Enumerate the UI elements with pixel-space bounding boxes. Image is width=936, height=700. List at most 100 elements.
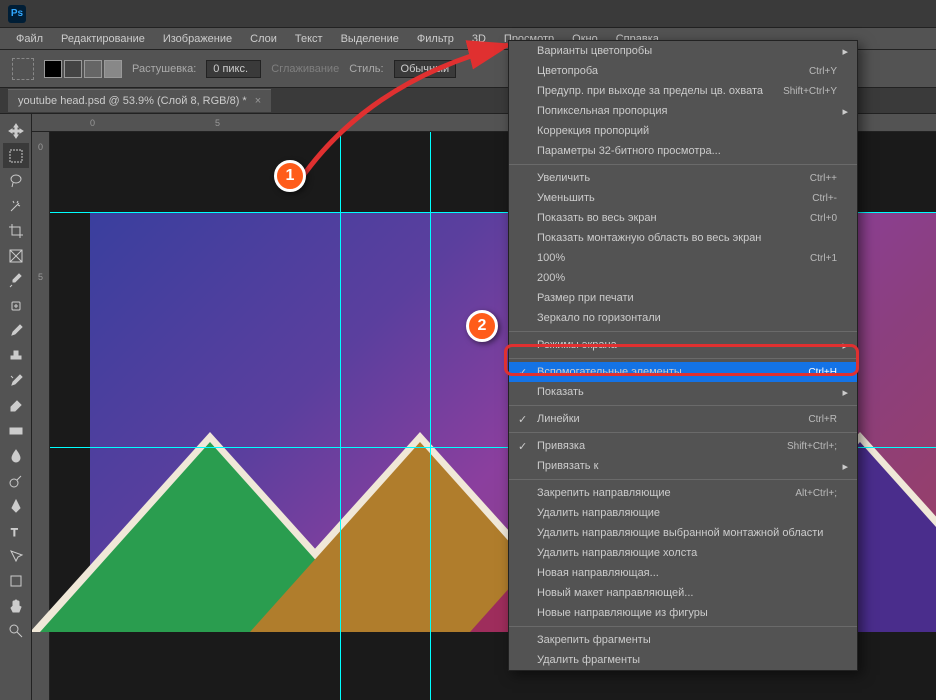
current-tool-icon[interactable] <box>12 58 34 80</box>
menu-item[interactable]: Закрепить направляющиеAlt+Ctrl+; <box>509 483 857 503</box>
move-tool-icon[interactable] <box>3 118 29 143</box>
title-bar: Ps <box>0 0 936 28</box>
menu-item[interactable]: 200% <box>509 268 857 288</box>
menu-item[interactable]: Предупр. при выходе за пределы цв. охват… <box>509 81 857 101</box>
menu-shortcut: Ctrl++ <box>810 173 837 184</box>
menu-item[interactable]: Новая направляющая... <box>509 563 857 583</box>
menu-item[interactable]: ✓ Вспомогательные элементы Ctrl+H <box>509 362 857 382</box>
style-label: Стиль: <box>349 63 383 75</box>
history-brush-tool-icon[interactable] <box>3 368 29 393</box>
swatch-4[interactable] <box>104 60 122 78</box>
hand-tool-icon[interactable] <box>3 593 29 618</box>
menu-text[interactable]: Текст <box>287 31 331 47</box>
menu-item[interactable]: УвеличитьCtrl++ <box>509 168 857 188</box>
menu-item-label: Вспомогательные элементы <box>537 366 682 378</box>
gradient-tool-icon[interactable] <box>3 418 29 443</box>
guide-vertical[interactable] <box>340 132 341 700</box>
menu-item: Коррекция пропорций <box>509 121 857 141</box>
document-tab[interactable]: youtube head.psd @ 53.9% (Слой 8, RGB/8)… <box>8 89 271 112</box>
menu-item-label: Новая направляющая... <box>537 567 659 579</box>
check-icon: ✓ <box>518 366 527 379</box>
menu-item[interactable]: Попиксельная пропорция ▸ <box>509 101 857 121</box>
menu-item-label: Коррекция пропорций <box>537 125 649 137</box>
menu-item[interactable]: ✓ Линейки Ctrl+R <box>509 409 857 429</box>
swatch-3[interactable] <box>84 60 102 78</box>
eraser-tool-icon[interactable] <box>3 393 29 418</box>
menu-item-label: Предупр. при выходе за пределы цв. охват… <box>537 85 763 97</box>
submenu-arrow-icon: ▸ <box>842 105 848 118</box>
menu-item-label: Режимы экрана <box>537 339 617 351</box>
check-icon: ✓ <box>518 440 527 453</box>
frame-tool-icon[interactable] <box>3 243 29 268</box>
menu-separator <box>509 331 857 332</box>
menu-select[interactable]: Выделение <box>333 31 407 47</box>
menu-item[interactable]: Размер при печати <box>509 288 857 308</box>
menu-item[interactable]: Показать во весь экранCtrl+0 <box>509 208 857 228</box>
marquee-tool-icon[interactable] <box>3 143 29 168</box>
menu-shortcut: Shift+Ctrl+; <box>787 441 837 452</box>
menu-item[interactable]: Удалить направляющие <box>509 503 857 523</box>
menu-item-label: Удалить направляющие выбранной монтажной… <box>537 527 823 539</box>
menu-item[interactable]: 100%Ctrl+1 <box>509 248 857 268</box>
menu-item: Удалить фрагменты <box>509 650 857 670</box>
menu-shortcut: Ctrl+Y <box>809 66 837 77</box>
menu-item[interactable]: Новые направляющие из фигуры <box>509 603 857 623</box>
shape-tool-icon[interactable] <box>3 568 29 593</box>
menu-edit[interactable]: Редактирование <box>53 31 153 47</box>
brush-tool-icon[interactable] <box>3 318 29 343</box>
lasso-tool-icon[interactable] <box>3 168 29 193</box>
magic-wand-tool-icon[interactable] <box>3 193 29 218</box>
ruler-tick: 5 <box>215 118 220 128</box>
pen-tool-icon[interactable] <box>3 493 29 518</box>
menu-item[interactable]: Показать▸ <box>509 382 857 402</box>
menu-3d[interactable]: 3D <box>464 31 494 47</box>
menu-item: Удалить направляющие выбранной монтажной… <box>509 523 857 543</box>
healing-tool-icon[interactable] <box>3 293 29 318</box>
swatch-fg[interactable] <box>44 60 62 78</box>
menu-item[interactable]: Режимы экрана▸ <box>509 335 857 355</box>
menu-shortcut: Ctrl+R <box>808 414 837 425</box>
type-tool-icon[interactable]: T <box>3 518 29 543</box>
ruler-tick: 0 <box>90 118 95 128</box>
menu-item[interactable]: Удалить направляющие холста <box>509 543 857 563</box>
menu-image[interactable]: Изображение <box>155 31 240 47</box>
path-tool-icon[interactable] <box>3 543 29 568</box>
menu-file[interactable]: Файл <box>8 31 51 47</box>
menu-item-label: Параметры 32-битного просмотра... <box>537 145 721 157</box>
dodge-tool-icon[interactable] <box>3 468 29 493</box>
feather-input[interactable] <box>206 60 261 78</box>
menu-filter[interactable]: Фильтр <box>409 31 462 47</box>
tools-panel: T <box>0 114 32 700</box>
menu-item[interactable]: Закрепить фрагменты <box>509 630 857 650</box>
zoom-tool-icon[interactable] <box>3 618 29 643</box>
check-icon: ✓ <box>518 413 527 426</box>
menu-item-label: Попиксельная пропорция <box>537 105 667 117</box>
menu-item[interactable]: ✓ПривязкаShift+Ctrl+; <box>509 436 857 456</box>
stamp-tool-icon[interactable] <box>3 343 29 368</box>
menu-item-label: 200% <box>537 272 565 284</box>
menu-shortcut: Ctrl+1 <box>810 253 837 264</box>
submenu-arrow-icon: ▸ <box>842 45 848 58</box>
close-icon[interactable]: × <box>255 95 261 107</box>
menu-item[interactable]: Зеркало по горизонтали <box>509 308 857 328</box>
document-tab-label: youtube head.psd @ 53.9% (Слой 8, RGB/8)… <box>18 95 247 107</box>
menu-shortcut: Ctrl+H <box>808 367 837 378</box>
eyedropper-tool-icon[interactable] <box>3 268 29 293</box>
menu-layers[interactable]: Слои <box>242 31 285 47</box>
menu-item[interactable]: Варианты цветопробы▸ <box>509 41 857 61</box>
crop-tool-icon[interactable] <box>3 218 29 243</box>
style-select[interactable]: Обычный <box>394 60 457 78</box>
menu-item[interactable]: Новый макет направляющей... <box>509 583 857 603</box>
menu-item-label: Линейки <box>537 413 580 425</box>
guide-vertical[interactable] <box>430 132 431 700</box>
menu-item-label: Удалить направляющие холста <box>537 547 697 559</box>
menu-item: Показать монтажную область во весь экран <box>509 228 857 248</box>
annotation-marker-2: 2 <box>466 310 498 342</box>
menu-item[interactable]: Привязать к▸ <box>509 456 857 476</box>
menu-item-label: Показать монтажную область во весь экран <box>537 232 761 244</box>
swatch-bg[interactable] <box>64 60 82 78</box>
menu-item-label: Закрепить фрагменты <box>537 634 651 646</box>
menu-item[interactable]: УменьшитьCtrl+- <box>509 188 857 208</box>
blur-tool-icon[interactable] <box>3 443 29 468</box>
menu-item[interactable]: ЦветопробаCtrl+Y <box>509 61 857 81</box>
